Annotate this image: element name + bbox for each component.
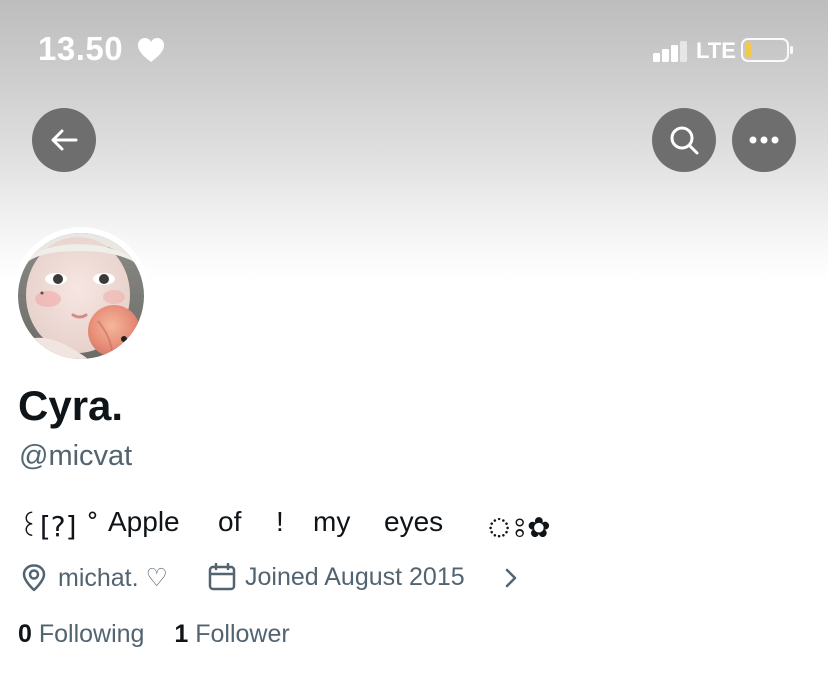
search-button[interactable] bbox=[652, 108, 716, 172]
avatar-image bbox=[18, 233, 144, 359]
more-options-button[interactable] bbox=[732, 108, 796, 172]
bio-word: of bbox=[218, 506, 242, 537]
more-horizontal-icon bbox=[749, 136, 779, 144]
location-pin-icon bbox=[22, 564, 46, 592]
bio-suffix-symbols: ঃ✿ bbox=[486, 511, 551, 544]
chevron-right-icon[interactable] bbox=[502, 567, 520, 589]
signal-icon bbox=[653, 41, 687, 62]
profile-location: michat. ♡ bbox=[58, 564, 168, 592]
heart-icon bbox=[138, 38, 164, 62]
arrow-left-icon bbox=[51, 129, 78, 151]
battery-icon bbox=[741, 38, 793, 62]
status-time: 13.50 bbox=[38, 30, 124, 67]
bio-word: ! bbox=[276, 506, 284, 537]
followers-count: 1 bbox=[174, 620, 189, 648]
bio-word: my bbox=[313, 506, 351, 537]
following-link[interactable]: 0 Following bbox=[18, 620, 144, 648]
avatar[interactable] bbox=[18, 233, 144, 359]
followers-link[interactable]: 1 Follower bbox=[174, 620, 289, 648]
profile-bio: ꒰[?] ˚ Apple of ! my eyes ঃ✿ bbox=[18, 506, 618, 546]
following-count: 0 bbox=[18, 620, 32, 648]
display-name: Cyra. bbox=[18, 382, 124, 429]
network-type: LTE bbox=[696, 38, 736, 63]
bio-prefix-symbols: ꒰[?] ˚ bbox=[18, 510, 100, 543]
bio-word: Apple bbox=[108, 506, 180, 537]
username-handle: @micvat bbox=[19, 440, 133, 472]
status-bar: 13.50 LTE bbox=[0, 0, 828, 100]
bio-word: eyes bbox=[384, 506, 444, 537]
following-label: Following bbox=[38, 620, 145, 648]
search-icon bbox=[670, 126, 699, 155]
joined-date[interactable]: Joined August 2015 bbox=[245, 563, 465, 592]
calendar-icon bbox=[208, 563, 236, 591]
back-button[interactable] bbox=[32, 108, 96, 172]
follow-stats: 0 Following 1 Follower bbox=[18, 620, 290, 654]
followers-label: Follower bbox=[195, 620, 290, 648]
